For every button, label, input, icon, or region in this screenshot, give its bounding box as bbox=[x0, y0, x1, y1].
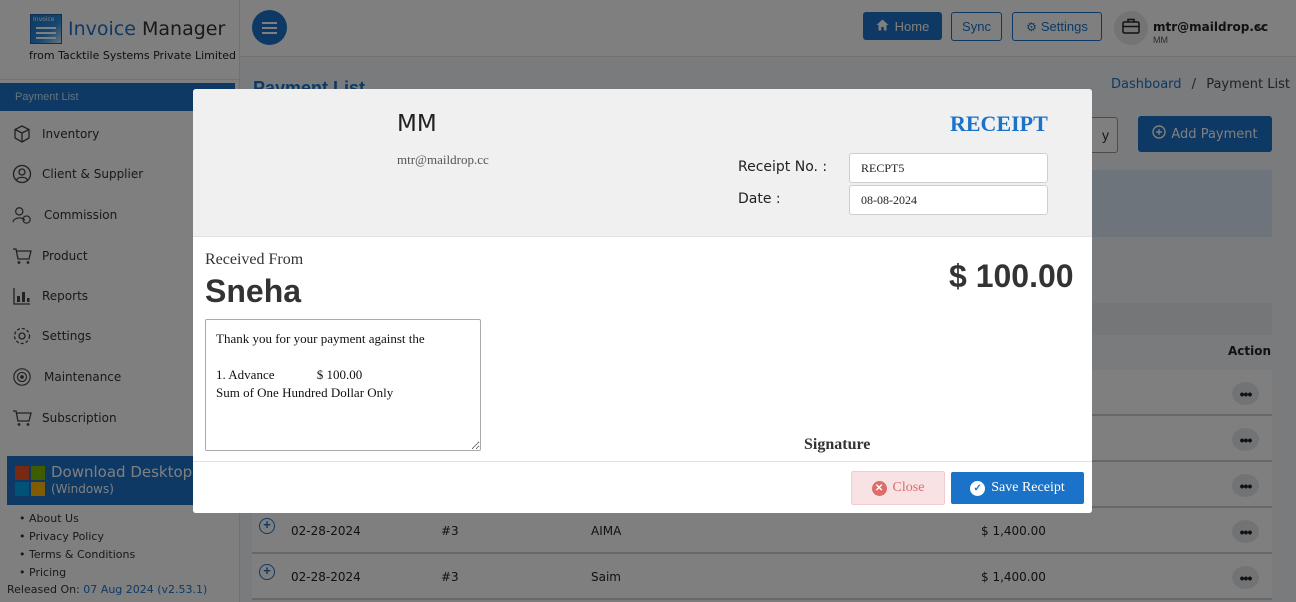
receipt-header: MM mtr@maildrop.cc RECEIPT Receipt No. :… bbox=[193, 89, 1092, 237]
check-circle-icon: ✓ bbox=[970, 480, 986, 496]
receipt-amount: $ 100.00 bbox=[949, 258, 1074, 294]
receipt-no-label: Receipt No. : bbox=[738, 159, 828, 175]
date-input[interactable]: 08-08-2024 bbox=[849, 185, 1048, 215]
receipt-modal: MM mtr@maildrop.cc RECEIPT Receipt No. :… bbox=[193, 89, 1092, 513]
company-email: mtr@maildrop.cc bbox=[397, 152, 489, 167]
close-icon: ✕ bbox=[871, 480, 887, 496]
receipt-note-textarea[interactable]: Thank you for your payment against the 1… bbox=[205, 319, 481, 451]
modal-footer: ✕ Close ✓ Save Receipt bbox=[193, 461, 1092, 513]
date-label: Date : bbox=[738, 191, 781, 207]
close-label: Close bbox=[892, 480, 925, 495]
payer-name: Sneha bbox=[205, 273, 302, 309]
received-from-label: Received From bbox=[205, 251, 304, 268]
save-label: Save Receipt bbox=[991, 480, 1065, 495]
signature-label: Signature bbox=[804, 436, 871, 453]
receipt-title: RECEIPT bbox=[950, 111, 1048, 136]
company-name: MM bbox=[397, 111, 437, 137]
save-receipt-button[interactable]: ✓ Save Receipt bbox=[951, 472, 1084, 504]
close-button[interactable]: ✕ Close bbox=[851, 471, 945, 505]
receipt-no-input[interactable]: RECPT5 bbox=[849, 153, 1048, 183]
